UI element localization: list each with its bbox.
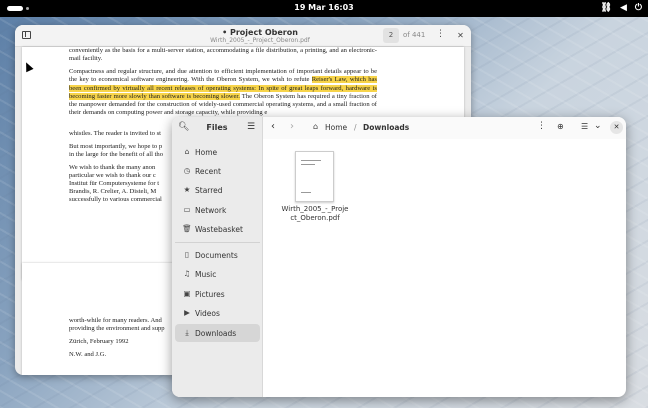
paragraph-fragment: successfully to various commercial	[69, 196, 162, 203]
page-total: of 441	[403, 31, 426, 39]
document-title: • Project Oberon	[222, 28, 298, 37]
sidebar-item-documents[interactable]: ▯ Documents	[175, 246, 260, 264]
breadcrumb-separator: /	[354, 123, 357, 132]
sidebar-item-label: Videos	[195, 309, 220, 318]
folder-menu-icon[interactable]: ⋮	[537, 121, 546, 131]
sidebar-item-videos[interactable]: ▶ Videos	[175, 304, 260, 322]
sidebar-header: 🔍︎ Files ☰	[172, 117, 263, 139]
home-icon: ⌂	[184, 147, 190, 156]
sidebar-item-home[interactable]: ⌂ Home	[175, 143, 260, 161]
sidebar-item-label: Pictures	[195, 290, 225, 299]
sidebar-item-recent[interactable]: ◷ Recent	[175, 162, 260, 180]
star-icon: ★	[183, 185, 191, 194]
document-filename: Wirth_2005_-_Project_Oberon.pdf	[210, 37, 310, 44]
power-icon[interactable]: ⏻	[635, 3, 642, 13]
sidebar-item-label: Downloads	[195, 329, 237, 338]
home-icon[interactable]: ⌂	[313, 122, 318, 131]
clock[interactable]: 19 Mar 16:03	[0, 3, 648, 12]
menu-icon[interactable]: ⋮	[436, 29, 445, 39]
file-item[interactable]: Wirth_2005_-_Project_Oberon.pdf	[280, 150, 350, 235]
back-button[interactable]: ‹	[271, 121, 275, 132]
close-button[interactable]: ✕	[610, 121, 623, 134]
files-header-bar: ‹ › ⌂ Home / Downloads ⋮ ⊕ ☰ ⌄ ✕	[263, 117, 626, 139]
network-icon: ▭	[183, 205, 191, 214]
pdf-thumbnail	[295, 151, 334, 202]
files-sidebar: 🔍︎ Files ☰ ⌂ Home ◷ Recent ★ Starred ▭ N…	[172, 117, 263, 397]
search-icon[interactable]: 🔍︎	[178, 122, 189, 132]
app-title: Files	[206, 123, 228, 132]
paragraph-fragment: in the large for the benefit of all tho	[69, 151, 163, 158]
sidebar-item-network[interactable]: ▭ Network	[175, 201, 260, 219]
page-number-input[interactable]: 2	[383, 28, 399, 43]
sidebar-item-label: Home	[195, 148, 218, 157]
paragraph: conveniently as the basis for a multi-se…	[69, 47, 377, 63]
paragraph-fragment: whistles. The reader is invited to st	[69, 130, 161, 137]
breadcrumb-current[interactable]: Downloads	[363, 123, 409, 132]
music-icon: ♫	[183, 269, 191, 278]
view-list-icon[interactable]: ☰	[581, 122, 588, 131]
sidebar-item-label: Music	[195, 270, 217, 279]
files-window: 🔍︎ Files ☰ ⌂ Home ◷ Recent ★ Starred ▭ N…	[172, 117, 626, 397]
clock-icon: ◷	[183, 166, 191, 175]
network-icon[interactable]: ⛓	[601, 3, 612, 13]
main-menu-icon[interactable]: ☰	[247, 122, 255, 132]
sidebar-item-wastebasket[interactable]: 🗑︎ Wastebasket	[175, 220, 260, 238]
sidebar-item-downloads[interactable]: ⤓ Downloads	[175, 324, 260, 342]
trash-icon: 🗑︎	[182, 224, 192, 233]
sidebar-item-starred[interactable]: ★ Starred	[175, 181, 260, 199]
paragraph: Compactness and regular structure, and d…	[69, 68, 377, 118]
video-icon: ▶	[184, 308, 190, 317]
chevron-down-icon[interactable]: ⌄	[594, 121, 602, 131]
sidebar-item-label: Network	[195, 206, 227, 215]
sidebar-item-label: Documents	[195, 251, 238, 260]
sidebar-toggle-icon[interactable]	[22, 31, 31, 39]
picture-icon: ▣	[183, 289, 191, 298]
system-tray[interactable]: ⛓ ◀ ⏻	[601, 3, 642, 13]
close-button[interactable]: ✕	[454, 29, 467, 42]
new-folder-icon[interactable]: ⊕	[557, 122, 564, 131]
document-icon: ▯	[184, 250, 190, 259]
volume-icon[interactable]: ◀	[620, 3, 627, 13]
sidebar-item-label: Wastebasket	[195, 225, 243, 234]
file-name: Wirth_2005_-_Project_Oberon.pdf	[281, 205, 349, 222]
sidebar-item-label: Starred	[195, 186, 223, 195]
sidebar-item-music[interactable]: ♫ Music	[175, 265, 260, 283]
breadcrumb-home[interactable]: Home	[325, 123, 347, 132]
download-icon: ⤓	[185, 328, 189, 337]
sidebar-item-label: Recent	[195, 167, 221, 176]
sidebar-item-pictures[interactable]: ▣ Pictures	[175, 285, 260, 303]
sidebar-divider	[175, 242, 260, 243]
pdf-header-bar: • Project Oberon Wirth_2005_-_Project_Ob…	[15, 25, 471, 47]
paragraph-fragment: providing the environment and supp	[69, 325, 165, 332]
top-bar: 19 Mar 16:03 ⛓ ◀ ⏻	[0, 0, 648, 17]
forward-button[interactable]: ›	[290, 121, 294, 132]
